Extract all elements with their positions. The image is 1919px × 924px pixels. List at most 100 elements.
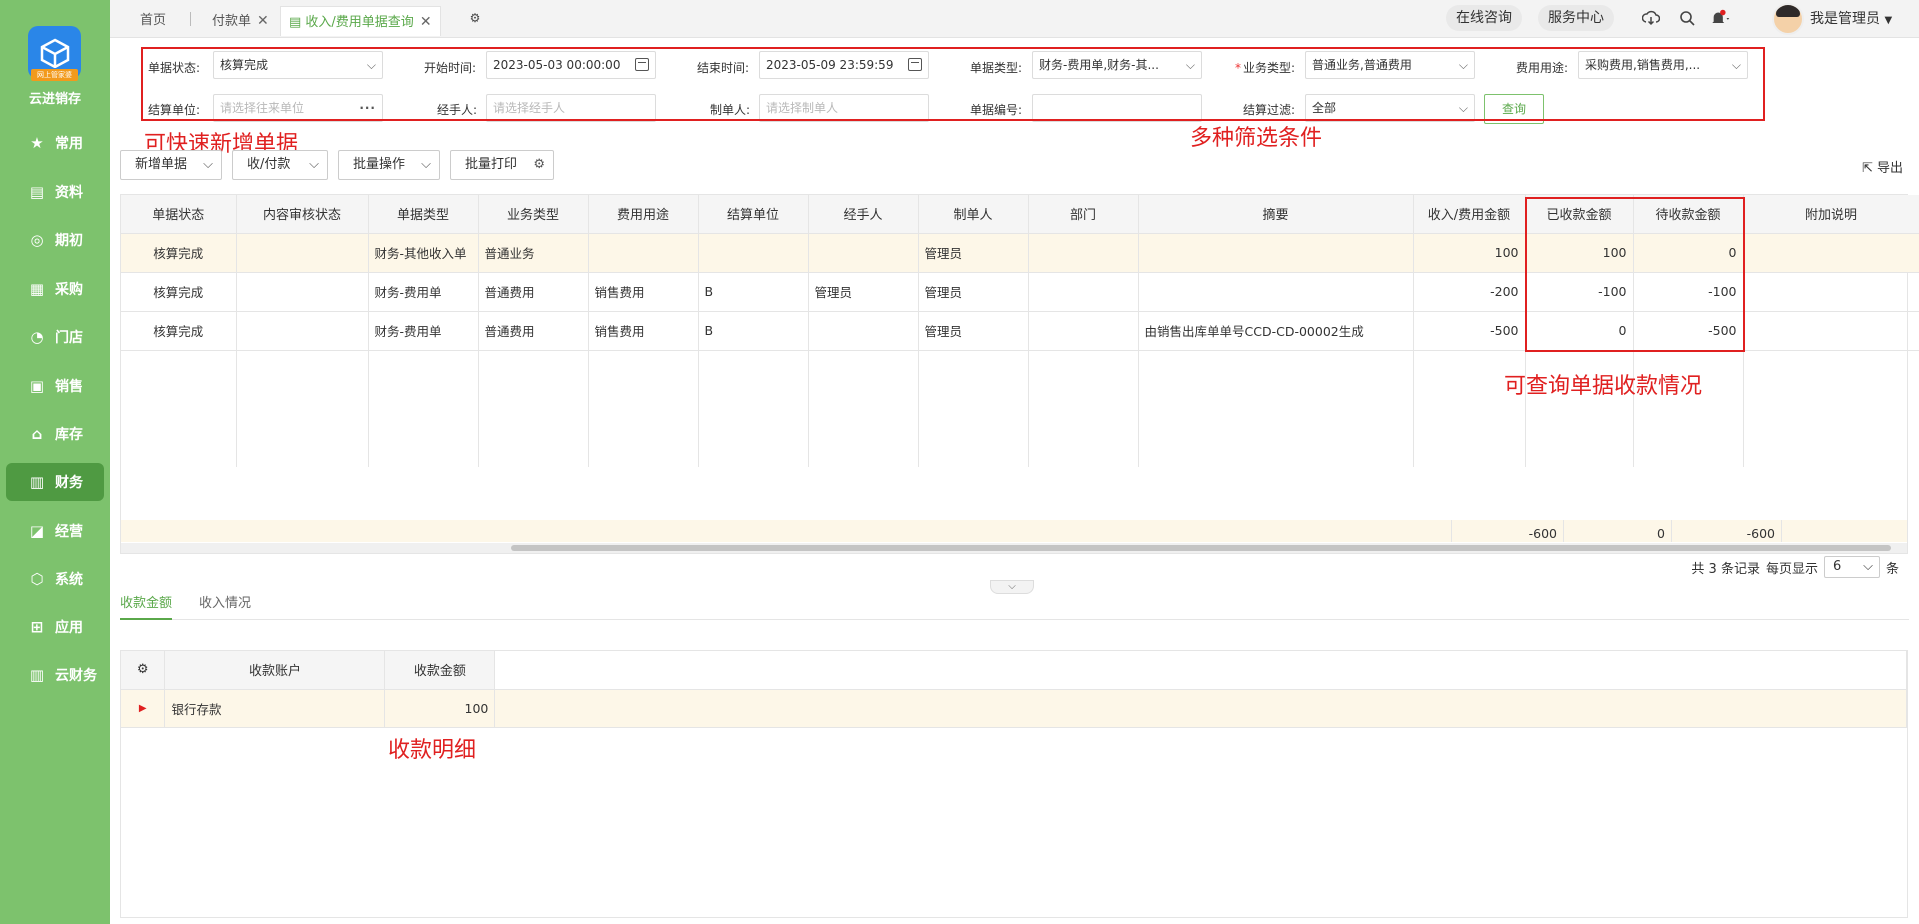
sidebar-item-4[interactable]: ◔ 门店 xyxy=(6,318,104,356)
table-row[interactable]: 核算完成 财务-费用单 普通费用 销售费用 B 管理员 由销售出库单单号CCD-CD-000… xyxy=(121,311,1919,351)
user-name[interactable]: 我是管理员 ▼ xyxy=(1810,8,1892,28)
settings-column[interactable]: ⚙ xyxy=(121,651,166,690)
handler-input[interactable]: 请选择经手人 xyxy=(486,94,656,122)
column-header[interactable]: 摘要 xyxy=(1138,195,1414,234)
per-page-select[interactable]: 6 ⌵ xyxy=(1823,556,1880,578)
horizontal-scrollbar[interactable] xyxy=(121,543,1907,553)
cube-logo-icon xyxy=(40,38,69,68)
table-cell: 管理员 xyxy=(808,272,919,312)
sidebar-item-8[interactable]: ◪ 经营 xyxy=(6,512,104,550)
table-cell: 管理员 xyxy=(918,311,1029,351)
settle-filter-label: 结算过滤: xyxy=(1243,103,1296,117)
maker-input[interactable]: 请选择制单人 xyxy=(759,94,929,122)
column-header[interactable]: 内容审核状态 xyxy=(236,195,369,234)
column-header[interactable]: 经手人 xyxy=(808,195,919,234)
doc-type-label: 单据类型: xyxy=(970,61,1023,75)
end-time-input[interactable]: 2023-05-09 23:59:59 xyxy=(759,51,929,79)
doc-no-input[interactable] xyxy=(1032,94,1202,122)
calendar-icon xyxy=(635,58,649,71)
biz-type-select[interactable]: 普通业务,普通费用 ⌵ xyxy=(1305,51,1475,79)
gear-icon[interactable]: ⚙ xyxy=(464,7,486,29)
sidebar-item-11[interactable]: ▥ 云财务 xyxy=(6,656,104,694)
sidebar-item-1[interactable]: ▤ 资料 xyxy=(6,173,104,211)
new-document-button[interactable]: 新增单据 ⌵ xyxy=(120,150,222,180)
sidebar-item-label: 资料 xyxy=(55,185,83,201)
avatar[interactable] xyxy=(1772,3,1804,35)
empty-cell xyxy=(1138,350,1414,389)
column-header[interactable]: 单据类型 xyxy=(368,195,479,234)
batch-operation-button[interactable]: 批量操作 ⌵ xyxy=(338,150,440,180)
chart-icon: ◪ xyxy=(29,522,45,540)
table-cell: -100 xyxy=(1633,272,1744,312)
tab-received-amount[interactable]: 收款金额 xyxy=(120,592,173,620)
column-header[interactable]: 制单人 xyxy=(918,195,1029,234)
doc-type-select[interactable]: 财务-费用单,财务-其... ⌵ xyxy=(1032,51,1202,79)
table-cell: 管理员 xyxy=(918,272,1029,312)
sidebar-item-2[interactable]: ◎ 期初 xyxy=(6,221,104,259)
status-select[interactable]: 核算完成 ⌵ xyxy=(213,51,383,79)
table-row[interactable]: 核算完成 财务-其他收入单 普通业务 管理员 100 100 0 xyxy=(121,233,1919,273)
calendar-icon xyxy=(908,58,922,71)
export-button[interactable]: ⇱ 导出 xyxy=(1862,157,1903,176)
caret-down-icon: ▼ xyxy=(1884,15,1893,26)
empty-cell xyxy=(121,428,237,467)
service-center-button[interactable]: 服务中心 xyxy=(1538,5,1614,31)
batch-operation-label: 批量操作 xyxy=(353,157,406,172)
sidebar-item-5[interactable]: ▣ 销售 xyxy=(6,367,104,405)
sidebar-item-6[interactable]: ⌂ 库存 xyxy=(6,415,104,453)
search-icon[interactable] xyxy=(1676,7,1698,29)
column-header[interactable]: 单据状态 xyxy=(121,195,237,234)
table-row[interactable]: 核算完成 财务-费用单 普通费用 销售费用 B 管理员 管理员 -200 -100 -100 xyxy=(121,272,1919,312)
more-icon[interactable]: ··· xyxy=(359,95,376,121)
chevron-down-icon: ⌵ xyxy=(421,157,431,172)
query-button[interactable]: 查询 xyxy=(1484,94,1544,124)
sidebar-item-9[interactable]: ⬡ 系统 xyxy=(6,560,104,598)
column-header[interactable]: 附加说明 xyxy=(1743,195,1919,234)
biz-type-label-text: 业务类型: xyxy=(1243,61,1296,75)
sidebar-item-3[interactable]: ▦ 采购 xyxy=(6,270,104,308)
close-icon[interactable]: ✕ xyxy=(420,14,432,30)
table-cell xyxy=(236,311,369,351)
cell-amount: 100 xyxy=(384,689,496,728)
close-icon[interactable]: ✕ xyxy=(257,13,269,29)
empty-cell xyxy=(121,350,237,389)
table-cell xyxy=(698,233,809,273)
column-header[interactable]: 费用用途 xyxy=(588,195,699,234)
column-header[interactable]: 部门 xyxy=(1028,195,1139,234)
column-header[interactable]: 待收款金额 xyxy=(1633,195,1744,234)
filter-annotation: 多种筛选条件 xyxy=(1190,126,1323,151)
sidebar-item-7[interactable]: ▥ 财务 xyxy=(6,463,104,501)
bell-icon[interactable] xyxy=(1710,7,1732,29)
column-header[interactable]: 结算单位 xyxy=(698,195,809,234)
table-cell: 销售费用 xyxy=(588,311,699,351)
table-row[interactable]: ▶ 银行存款 100 xyxy=(121,689,1907,728)
settle-unit-input[interactable]: 请选择往来单位 ··· xyxy=(213,94,383,122)
scrollbar-thumb[interactable] xyxy=(511,545,1891,551)
collection-annotation: 可查询单据收款情况 xyxy=(1504,374,1703,399)
table-cell: 核算完成 xyxy=(121,311,237,351)
empty-cell xyxy=(1743,389,1919,428)
expense-use-select[interactable]: 采购费用,销售费用,... ⌵ xyxy=(1578,51,1748,79)
total-received: 0 xyxy=(1564,520,1672,542)
sidebar-item-label: 经营 xyxy=(55,524,83,540)
online-consult-button[interactable]: 在线咨询 xyxy=(1446,5,1522,31)
gear-icon[interactable]: ⚙ xyxy=(533,151,545,179)
tab-income-expense-query[interactable]: ▤ 收入/费用单据查询 ✕ xyxy=(280,6,441,36)
tab-payment[interactable]: 付款单 ✕ xyxy=(212,6,269,36)
column-header[interactable]: 已收款金额 xyxy=(1525,195,1634,234)
sidebar-item-10[interactable]: ⊞ 应用 xyxy=(6,608,104,646)
gear-icon[interactable]: ⚙ xyxy=(137,662,149,677)
settle-filter-select[interactable]: 全部 ⌵ xyxy=(1305,94,1475,122)
tab-home[interactable]: 首页 xyxy=(140,6,166,36)
column-header[interactable]: 收入/费用金额 xyxy=(1413,195,1526,234)
empty-cell xyxy=(1138,389,1414,428)
cloud-download-icon[interactable] xyxy=(1640,7,1662,29)
column-header[interactable]: 业务类型 xyxy=(478,195,589,234)
start-time-input[interactable]: 2023-05-03 00:00:00 xyxy=(486,51,656,79)
receive-pay-button[interactable]: 收/付款 ⌵ xyxy=(232,150,328,180)
sidebar-item-0[interactable]: ★ 常用 xyxy=(6,124,104,162)
batch-print-button[interactable]: 批量打印 ⚙ xyxy=(450,150,554,180)
pagination: 共 3 条记录 每页显示 6 ⌵ 条 xyxy=(1691,556,1899,578)
tab-income-status[interactable]: 收入情况 xyxy=(199,592,251,620)
sidebar-item-label: 财务 xyxy=(55,475,83,491)
